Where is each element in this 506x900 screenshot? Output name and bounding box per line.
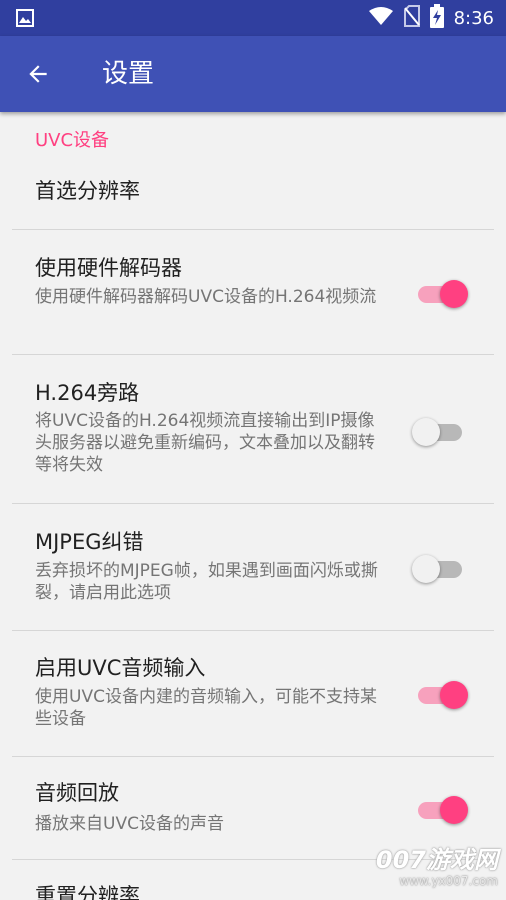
pref-title: 首选分辨率 xyxy=(35,179,140,203)
mjpeg-error-correction-switch[interactable] xyxy=(412,552,468,583)
watermark-brand: 007游戏网 xyxy=(375,846,498,874)
status-time: 8:36 xyxy=(453,7,494,29)
hardware-decoder-switch[interactable] xyxy=(416,277,468,308)
category-uvc-device: UVC设备 xyxy=(35,130,110,151)
pref-summary: 播放来自UVC设备的声音 xyxy=(35,814,224,834)
app-bar: 设置 xyxy=(0,36,506,112)
page-title: 设置 xyxy=(102,59,155,89)
pref-summary: 使用硬件解码器解码UVC设备的H.264视频流 xyxy=(35,287,377,307)
pref-title: 启用UVC音频输入 xyxy=(35,656,206,680)
pref-title: 重置分辨率 xyxy=(35,884,140,900)
pref-summary: 将UVC设备的H.264视频流直接输出到IP摄像头服务器以避免重新编码，文本叠加… xyxy=(35,411,375,475)
arrow-back-icon xyxy=(29,65,47,83)
pref-summary: 丢弃损坏的MJPEG帧，如果遇到画面闪烁或撕裂，请启用此选项 xyxy=(35,561,378,603)
no-sim-icon xyxy=(403,5,420,31)
uvc-audio-input-switch[interactable] xyxy=(416,678,468,709)
wifi-icon xyxy=(368,6,394,30)
switch-thumb xyxy=(412,418,440,446)
pref-h264-bypass[interactable]: H.264旁路 将UVC设备的H.264视频流直接输出到IP摄像头服务器以避免重… xyxy=(0,355,506,503)
image-icon xyxy=(16,9,34,31)
status-bar: 8:36 xyxy=(0,0,506,36)
pref-title: MJPEG纠错 xyxy=(35,530,144,554)
pref-title: 音频回放 xyxy=(35,781,119,805)
h264-bypass-switch[interactable] xyxy=(412,415,468,446)
audio-playback-switch[interactable] xyxy=(416,793,468,824)
switch-thumb xyxy=(440,280,468,308)
pref-title: H.264旁路 xyxy=(35,381,140,405)
back-button[interactable] xyxy=(20,56,56,92)
battery-charging-icon xyxy=(429,4,444,32)
pref-preferred-resolution[interactable]: 首选分辨率 xyxy=(0,160,506,228)
watermark: 007游戏网 www.yx007.com xyxy=(376,846,498,888)
watermark-url: www.yx007.com xyxy=(399,874,498,888)
pref-hardware-decoder[interactable]: 使用硬件解码器 使用硬件解码器解码UVC设备的H.264视频流 xyxy=(0,230,506,354)
pref-uvc-audio-input[interactable]: 启用UVC音频输入 使用UVC设备内建的音频输入，可能不支持某些设备 xyxy=(0,631,506,756)
switch-thumb xyxy=(440,681,468,709)
pref-summary: 使用UVC设备内建的音频输入，可能不支持某些设备 xyxy=(35,687,377,729)
pref-mjpeg-error-correction[interactable]: MJPEG纠错 丢弃损坏的MJPEG帧，如果遇到画面闪烁或撕裂，请启用此选项 xyxy=(0,504,506,629)
pref-audio-playback[interactable]: 音频回放 播放来自UVC设备的声音 xyxy=(0,757,506,859)
switch-thumb xyxy=(412,555,440,583)
switch-thumb xyxy=(440,796,468,824)
pref-title: 使用硬件解码器 xyxy=(35,256,182,280)
